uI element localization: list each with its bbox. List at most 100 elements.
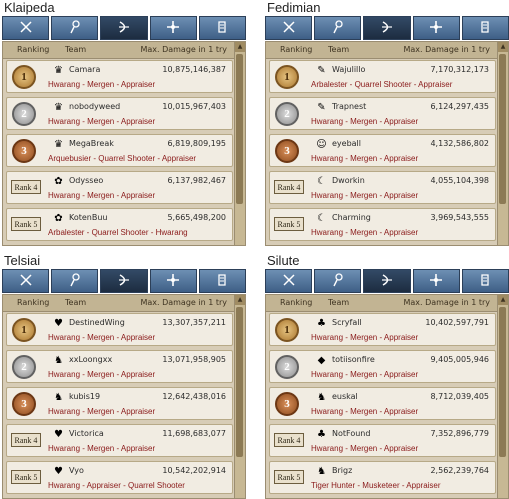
region-board: Telsiai Ranking Team Max. Damage in 1 try 1 ♥… [2, 253, 247, 499]
class-tabs [265, 16, 509, 40]
tab-staff[interactable] [51, 16, 99, 40]
cross-icon [166, 19, 180, 38]
ranking-row[interactable]: Rank 4 ♣ NotFound 7,352,896,779 Hwarang - Me… [269, 424, 496, 457]
bow-icon [117, 19, 131, 38]
scroll-up-arrow-icon[interactable]: ▲ [235, 42, 245, 52]
tab-cross[interactable] [149, 16, 197, 40]
team-name[interactable]: Camara [69, 65, 100, 74]
tab-swords[interactable] [265, 269, 313, 293]
scroll-thumb[interactable] [499, 54, 506, 204]
tab-swords[interactable] [2, 269, 50, 293]
ranking-row[interactable]: 1 ♥ DestinedWing 13,307,357,211 Hwarang - Me… [6, 313, 233, 346]
max-damage: 6,124,297,435 [430, 102, 489, 111]
scrollbar[interactable]: ▲ [234, 42, 245, 245]
bronze-medal-icon: 3 [272, 390, 302, 417]
tab-scroll[interactable] [198, 269, 247, 293]
tab-scroll[interactable] [198, 16, 247, 40]
ranking-row[interactable]: Rank 5 ♥ Vyo 10,542,202,914 Hwarang - Apprai… [6, 461, 233, 494]
tab-bow[interactable] [363, 269, 411, 293]
tab-staff[interactable] [314, 269, 362, 293]
ranking-row[interactable]: 3 ♞ kubis19 12,642,438,016 Hwarang - Mergen … [6, 387, 233, 420]
scroll-icon [478, 19, 492, 38]
ranking-row[interactable]: 2 ♛ nobodyweed 10,015,967,403 Hwarang - Merg… [6, 97, 233, 130]
ranking-row[interactable]: 3 ♛ MegaBreak 6,819,809,195 Arquebusier - Qu… [6, 134, 233, 167]
ranking-row[interactable]: Rank 4 ☾ Dworkin 4,055,104,398 Hwarang - Mer… [269, 171, 496, 204]
region-title: Fedimian [267, 0, 321, 15]
header-damage: Max. Damage in 1 try [403, 298, 490, 307]
team-name[interactable]: Scryfall [332, 318, 362, 327]
tab-scroll[interactable] [461, 16, 509, 40]
ranking-row[interactable]: 1 ♣ Scryfall 10,402,597,791 Hwarang - Mergen… [269, 313, 496, 346]
scroll-thumb[interactable] [236, 307, 243, 457]
ranking-row[interactable]: Rank 5 ♞ Brigz 2,562,239,764 Tiger Hunter - … [269, 461, 496, 494]
team-name[interactable]: NotFound [332, 429, 370, 438]
team-name[interactable]: MegaBreak [69, 139, 114, 148]
tab-cross[interactable] [412, 16, 460, 40]
team-name[interactable]: Dworkin [332, 176, 365, 185]
team-name[interactable]: Vyo [69, 466, 84, 475]
team-avatar-icon: ✎ [317, 102, 326, 113]
tab-cross[interactable] [149, 269, 197, 293]
cross-icon [429, 272, 443, 291]
class-combo: Hwarang - Mergen - Appraiser [48, 117, 156, 126]
team-name[interactable]: xxLoongxx [69, 355, 112, 364]
tab-bow[interactable] [100, 16, 148, 40]
max-damage: 2,562,239,764 [430, 466, 489, 475]
ranking-row[interactable]: 3 ☺ eyeball 4,132,586,802 Hwarang - Mergen -… [269, 134, 496, 167]
tab-swords[interactable] [2, 16, 50, 40]
team-name[interactable]: eyeball [332, 139, 361, 148]
scrollbar[interactable]: ▲ [497, 42, 508, 245]
ranking-row[interactable]: 3 ♞ euskal 8,712,039,405 Hwarang - Mergen - … [269, 387, 496, 420]
tab-cross[interactable] [412, 269, 460, 293]
team-name[interactable]: KotenBuu [69, 213, 108, 222]
ranking-row[interactable]: Rank 5 ☾ Charming 3,969,543,555 Hwarang - Me… [269, 208, 496, 241]
team-name[interactable]: Trapnest [332, 102, 366, 111]
scrollbar[interactable]: ▲ [234, 295, 245, 498]
team-avatar-icon: ♥ [54, 318, 63, 329]
scroll-up-arrow-icon[interactable]: ▲ [498, 42, 508, 52]
team-avatar-icon: ◆ [317, 355, 326, 366]
team-name[interactable]: Victorica [69, 429, 104, 438]
tab-staff[interactable] [51, 269, 99, 293]
ranking-row[interactable]: 2 ✎ Trapnest 6,124,297,435 Hwarang - Mergen … [269, 97, 496, 130]
team-name[interactable]: Brigz [332, 466, 352, 475]
class-combo: Hwarang - Mergen - Appraiser [311, 117, 419, 126]
scroll-up-arrow-icon[interactable]: ▲ [498, 295, 508, 305]
team-name[interactable]: Charming [332, 213, 371, 222]
team-name[interactable]: Odysseo [69, 176, 103, 185]
team-avatar-icon: ♥ [54, 466, 63, 477]
ranking-row[interactable]: Rank 5 ✿ KotenBuu 5,665,498,200 Arbalester -… [6, 208, 233, 241]
class-combo: Arbalester - Quarrel Shooter - Appraiser [311, 80, 453, 89]
tab-bow[interactable] [363, 16, 411, 40]
gold-medal-icon: 1 [9, 316, 39, 343]
team-name[interactable]: kubis19 [69, 392, 100, 401]
tab-bow[interactable] [100, 269, 148, 293]
tab-swords[interactable] [265, 16, 313, 40]
team-name[interactable]: nobodyweed [69, 102, 120, 111]
ranking-row[interactable]: 2 ♞ xxLoongxx 13,071,958,905 Hwarang - Merge… [6, 350, 233, 383]
team-name[interactable]: Wajulillo [332, 65, 365, 74]
scroll-thumb[interactable] [236, 54, 243, 204]
team-name[interactable]: euskal [332, 392, 358, 401]
ranking-row[interactable]: Rank 4 ♥ Victorica 11,698,683,077 Hwarang - … [6, 424, 233, 457]
rank-number: 3 [12, 391, 36, 416]
scrollbar[interactable]: ▲ [497, 295, 508, 498]
bow-icon [380, 19, 394, 38]
ranking-row[interactable]: 1 ♛ Camara 10,875,146,387 Hwarang - Mergen -… [6, 60, 233, 93]
scroll-up-arrow-icon[interactable]: ▲ [235, 295, 245, 305]
gold-medal-icon: 1 [272, 63, 302, 90]
silver-medal-icon: 2 [9, 353, 39, 380]
tab-scroll[interactable] [461, 269, 509, 293]
rank-label: Rank 5 [11, 217, 41, 231]
ranking-row[interactable]: 2 ◆ totiisonfire 9,405,005,946 Hwarang - Mer… [269, 350, 496, 383]
ranking-panel: Ranking Team Max. Damage in 1 try 1 ♛ Camara 1… [2, 41, 246, 246]
scroll-icon [215, 19, 229, 38]
max-damage: 6,819,809,195 [167, 139, 226, 148]
ranking-row[interactable]: 1 ✎ Wajulillo 7,170,312,173 Arbalester - Qua… [269, 60, 496, 93]
team-name[interactable]: DestinedWing [69, 318, 125, 327]
tab-staff[interactable] [314, 16, 362, 40]
ranking-row[interactable]: Rank 4 ✿ Odysseo 6,137,982,467 Hwarang - Mer… [6, 171, 233, 204]
scroll-thumb[interactable] [499, 307, 506, 457]
team-name[interactable]: totiisonfire [332, 355, 375, 364]
rank-number: 2 [275, 354, 299, 379]
